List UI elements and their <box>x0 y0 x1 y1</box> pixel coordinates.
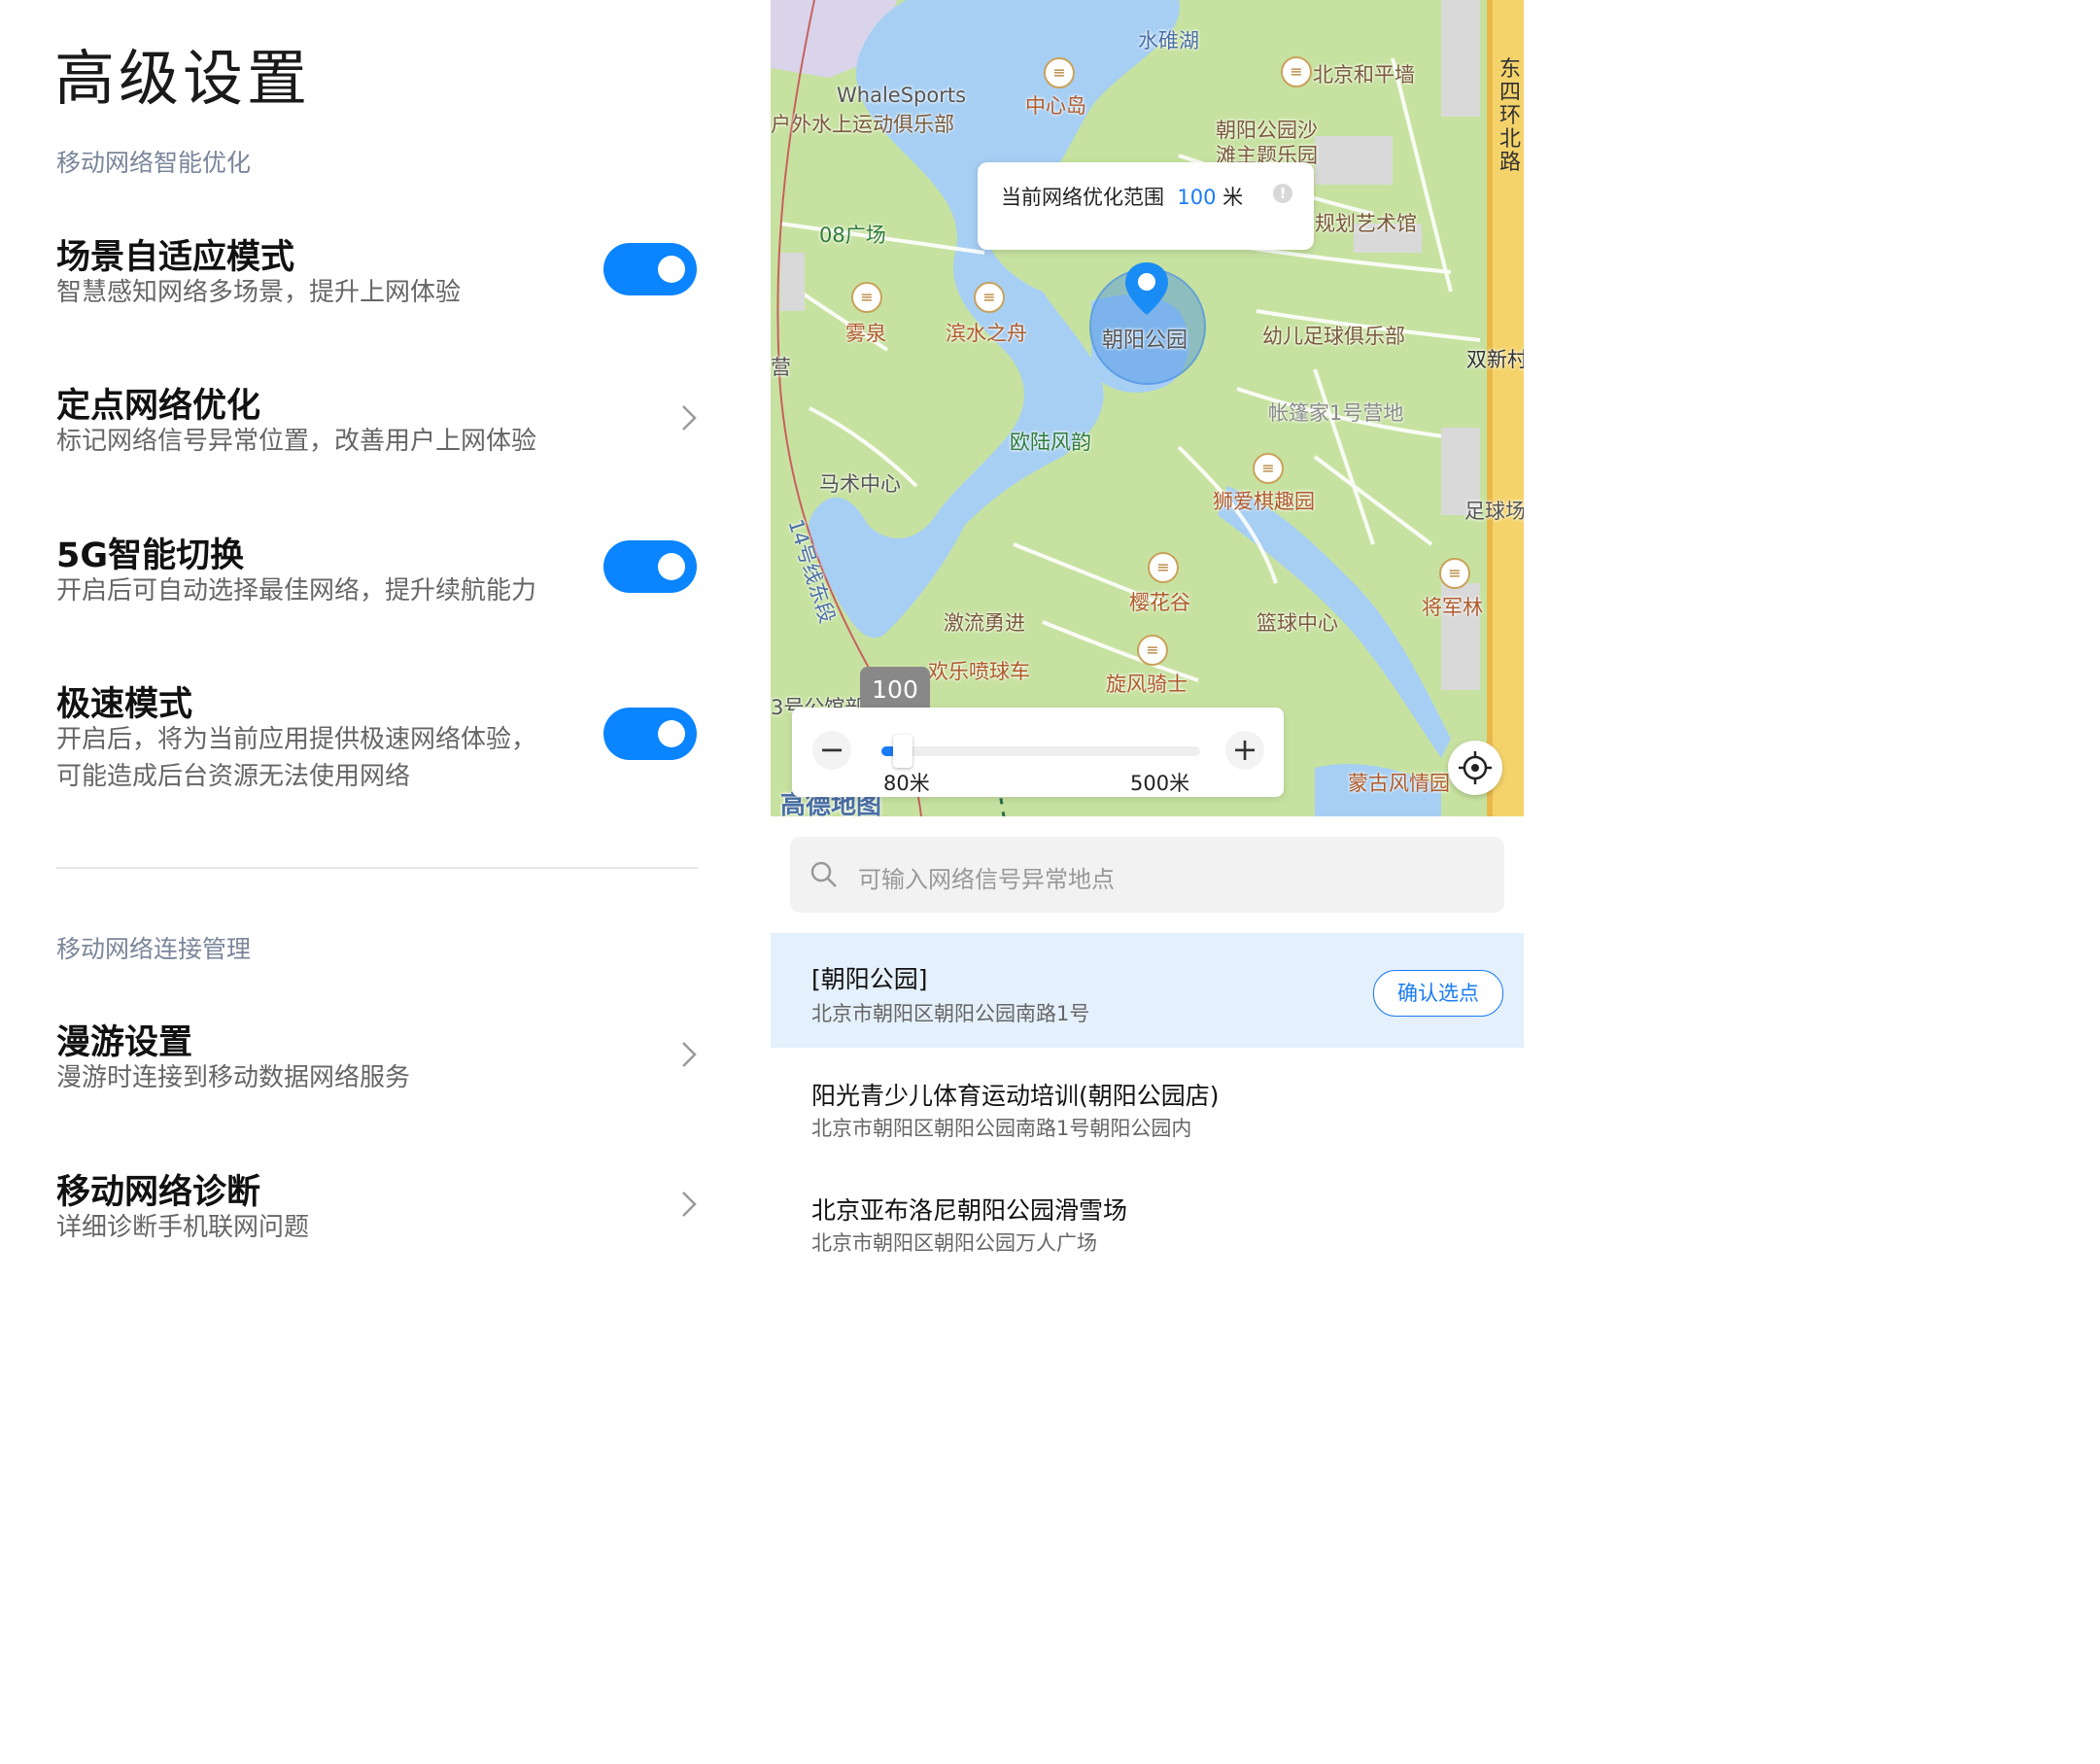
setting-subtitle: 智慧感知网络多场景，提升上网体验 <box>56 278 462 307</box>
range-slider-track[interactable] <box>881 746 1200 756</box>
section-header-connection: 移动网络连接管理 <box>56 935 252 963</box>
setting-subtitle: 标记网络信号异常位置，改善用户上网体验 <box>56 427 537 456</box>
setting-subtitle-line1: 开启后，将为当前应用提供极速网络体验， <box>56 725 537 754</box>
poi-label: 规划艺术馆 <box>1315 212 1417 235</box>
poi-label: 幼儿足球俱乐部 <box>1262 325 1405 348</box>
poi-label: 营 <box>771 356 791 379</box>
poi-label: 08广场 <box>819 224 886 247</box>
settings-panel: 高级设置 移动网络智能优化 场景自适应模式 智慧感知网络多场景，提升上网体验 定… <box>0 0 768 1279</box>
toggle-knob <box>658 720 685 747</box>
slider-max-label: 500米 <box>1130 772 1190 795</box>
chevron-right-icon <box>682 1192 697 1217</box>
confirm-location-button[interactable]: 确认选点 <box>1373 970 1503 1017</box>
result-name: [朝阳公园] <box>811 965 928 993</box>
section-divider <box>56 867 698 869</box>
setting-fixed-point-optimization[interactable]: 定点网络优化 标记网络信号异常位置，改善用户上网体验 <box>0 372 768 479</box>
decrease-range-button[interactable]: − <box>812 731 851 770</box>
slider-value-tooltip: 100 <box>860 667 930 723</box>
pin-label: 朝阳公园 <box>1102 329 1188 353</box>
poi-label: 中心岛 <box>1025 94 1086 118</box>
attraction-icon: ≡ <box>1439 558 1470 589</box>
setting-5g-smart-switch[interactable]: 5G智能切换 开启后可自动选择最佳网络，提升续航能力 <box>0 522 768 629</box>
range-slider-card: − + 80米 500米 <box>792 708 1284 797</box>
info-icon[interactable]: ! <box>1273 184 1292 203</box>
attraction-icon: ≡ <box>851 282 882 313</box>
poi-label: 雾泉 <box>845 322 886 345</box>
poi-label: 篮球中心 <box>1257 611 1338 635</box>
setting-subtitle-line2: 可能造成后台资源无法使用网络 <box>56 762 411 791</box>
chevron-right-icon <box>682 405 697 431</box>
poi-label: 水碓湖 <box>1138 29 1199 52</box>
setting-title: 极速模式 <box>56 685 193 724</box>
crosshair-icon <box>1459 751 1492 784</box>
poi-label: 北京和平墙 <box>1313 63 1415 86</box>
location-pin-icon[interactable] <box>1122 260 1171 325</box>
poi-label: 帐篷家1号营地 <box>1268 401 1404 425</box>
search-icon <box>810 861 837 887</box>
attraction-icon: ≡ <box>1044 57 1075 88</box>
poi-label: 滨水之舟 <box>946 322 1027 345</box>
setting-title: 移动网络诊断 <box>56 1173 261 1212</box>
attraction-icon: ≡ <box>1137 635 1168 666</box>
poi-label: WhaleSports <box>837 84 967 107</box>
range-unit: 米 <box>1222 186 1244 209</box>
setting-scene-adaptive[interactable]: 场景自适应模式 智慧感知网络多场景，提升上网体验 <box>0 224 768 330</box>
chevron-right-icon <box>682 1042 697 1067</box>
attraction-icon: ≡ <box>1148 552 1179 583</box>
location-search-input[interactable]: 可输入网络信号异常地点 <box>790 837 1504 913</box>
setting-title: 漫游设置 <box>56 1023 193 1062</box>
attraction-icon: ≡ <box>1281 56 1312 87</box>
poi-label: 欢乐喷球车 <box>928 660 1030 683</box>
poi-label: 樱花谷 <box>1129 591 1190 614</box>
setting-turbo-mode[interactable]: 极速模式 开启后，将为当前应用提供极速网络体验， 可能造成后台资源无法使用网络 <box>0 671 768 807</box>
setting-subtitle: 漫游时连接到移动数据网络服务 <box>56 1063 411 1092</box>
poi-label: 户外水上运动俱乐部 <box>771 113 954 136</box>
poi-label: 狮爱棋趣园 <box>1213 490 1315 513</box>
poi-label: 双新村 <box>1466 348 1524 371</box>
setting-subtitle: 开启后可自动选择最佳网络，提升续航能力 <box>56 576 537 605</box>
toggle-knob <box>658 553 685 580</box>
result-address: 北京市朝阳区朝阳公园南路1号 <box>811 1002 1090 1025</box>
result-item[interactable]: 阳光青少儿体育运动培训(朝阳公园店) 北京市朝阳区朝阳公园南路1号朝阳公园内 <box>771 1050 1524 1164</box>
search-placeholder: 可输入网络信号异常地点 <box>858 866 1115 893</box>
result-item[interactable]: 北京亚布洛尼朝阳公园滑雪场 北京市朝阳区朝阳公园万人广场 <box>771 1164 1524 1279</box>
slider-min-label: 80米 <box>883 772 930 795</box>
result-name: 阳光青少儿体育运动培训(朝阳公园店) <box>811 1082 1220 1110</box>
poi-label: 欧陆风韵 <box>1010 431 1091 454</box>
result-name: 北京亚布洛尼朝阳公园滑雪场 <box>811 1196 1128 1225</box>
poi-label: 马术中心 <box>819 472 901 496</box>
map-view[interactable]: 水碓湖 ≡ 北京和平墙 WhaleSports ≡ 中心岛 户外水上运动俱乐部 … <box>771 0 1524 816</box>
result-address: 北京市朝阳区朝阳公园南路1号朝阳公园内 <box>811 1117 1192 1140</box>
turbo-mode-toggle[interactable] <box>603 708 697 760</box>
range-info-bubble: 当前网络优化范围 100 米 ! <box>978 162 1314 250</box>
locate-me-button[interactable] <box>1448 741 1502 795</box>
5g-switch-toggle[interactable] <box>603 540 697 593</box>
result-address: 北京市朝阳区朝阳公园万人广场 <box>811 1231 1097 1255</box>
poi-label: 足球场 <box>1464 500 1524 523</box>
range-value: 100 <box>1177 186 1217 209</box>
poi-label: 激流勇进 <box>944 611 1025 635</box>
setting-title: 场景自适应模式 <box>56 238 295 277</box>
range-prefix: 当前网络优化范围 <box>1001 186 1164 209</box>
poi-label: 旋风骑士 <box>1106 673 1188 696</box>
attraction-icon: ≡ <box>1253 453 1284 484</box>
attraction-icon: ≡ <box>974 282 1005 313</box>
setting-subtitle: 详细诊断手机联网问题 <box>56 1213 310 1242</box>
setting-title: 5G智能切换 <box>56 536 245 575</box>
setting-title: 定点网络优化 <box>56 387 261 426</box>
poi-label: 将军林 <box>1422 596 1483 619</box>
page-title: 高级设置 <box>54 43 312 114</box>
range-info-text: 当前网络优化范围 100 米 <box>1001 182 1243 211</box>
setting-roaming[interactable]: 漫游设置 漫游时连接到移动数据网络服务 <box>0 1009 768 1116</box>
road-label: 东四环北路 <box>1499 57 1522 175</box>
scene-adaptive-toggle[interactable] <box>603 243 697 295</box>
setting-network-diagnosis[interactable]: 移动网络诊断 详细诊断手机联网问题 <box>0 1159 768 1265</box>
section-header-optimization: 移动网络智能优化 <box>56 149 252 177</box>
toggle-knob <box>658 256 685 283</box>
range-slider-thumb[interactable] <box>893 735 913 768</box>
increase-range-button[interactable]: + <box>1225 731 1264 770</box>
location-picker-panel: 水碓湖 ≡ 北京和平墙 WhaleSports ≡ 中心岛 户外水上运动俱乐部 … <box>771 0 1524 1279</box>
poi-label: 蒙古风情园 <box>1348 772 1450 795</box>
